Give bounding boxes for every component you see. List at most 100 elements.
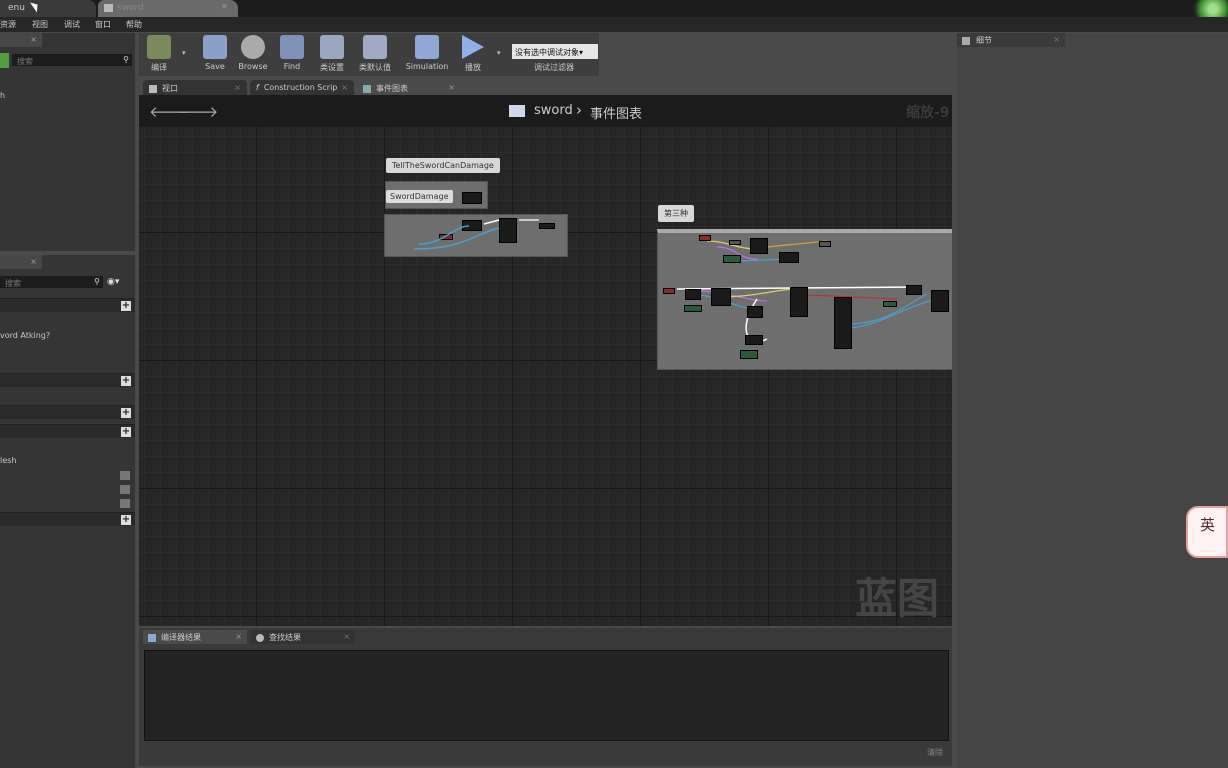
graph-node[interactable] [834,297,852,349]
menu-item-debug[interactable]: 调试 [64,19,80,30]
section-header[interactable]: + [0,512,135,526]
clear-button[interactable]: 清除 [927,747,943,758]
graph-node[interactable] [729,240,741,245]
chevron-down-icon[interactable]: ▾ [497,49,501,57]
tab-event-graph[interactable]: 事件图表 × [357,80,461,95]
variable-item[interactable]: vord Atking? [0,331,50,340]
search-input[interactable]: 搜索 ⚲ [12,54,132,66]
search-input[interactable]: 搜索 ⚲ [0,276,103,288]
tab-compiler-results[interactable]: 编译器结果 × [143,630,247,644]
add-icon[interactable]: + [121,408,131,418]
graph-node[interactable] [790,287,808,317]
compile-icon [147,35,171,59]
function-icon: f [256,83,259,92]
graph-node[interactable] [906,285,922,295]
menu-item-assets[interactable]: 资源 [0,19,16,30]
compiler-output-log[interactable] [144,650,949,741]
graph-node[interactable] [462,192,482,204]
add-component-button[interactable] [0,53,9,68]
save-button[interactable]: Save [199,35,231,75]
graph-node[interactable] [819,241,831,247]
search-icon: ⚲ [123,55,129,64]
chevron-down-icon[interactable]: ▾ [182,49,186,57]
graph-node[interactable] [685,289,701,300]
class-defaults-button[interactable]: 类默认值 [355,35,395,75]
save-icon [203,35,227,59]
add-icon[interactable]: + [121,427,131,437]
debug-filter-label: 调试过滤器 [534,63,574,72]
graph-header: 🡐 🡒 sword › 事件图表 缩放-9 [139,95,952,127]
list-scroll-icon[interactable] [120,499,130,508]
debug-target-select[interactable]: 没有选中调试对象▾ [512,44,598,59]
comment-bubble[interactable]: SwordDamage [386,190,453,203]
breadcrumb-current[interactable]: 事件图表 [590,103,642,122]
menu-item-window[interactable]: 窗口 [95,19,111,30]
tab-find-results[interactable]: 查找结果 × [251,630,355,644]
graph-node[interactable] [745,335,763,345]
graph-node[interactable] [750,238,768,254]
graph-node[interactable] [699,235,711,241]
add-icon[interactable]: + [121,376,131,386]
search-icon: ⚲ [94,277,100,286]
my-blueprint-panel: × 搜索 ⚲ ◉▾ + vord Atking? + + + lesh + [0,255,135,768]
window-tab-menu[interactable]: enu [0,0,96,17]
close-icon[interactable]: × [220,2,228,12]
compile-button[interactable]: 编译 [143,35,175,75]
title-bar: enu sword × [0,0,1228,24]
graph-node[interactable] [723,255,741,263]
close-icon[interactable]: × [1053,35,1060,44]
panel-tab[interactable]: × [0,255,42,269]
close-icon[interactable]: × [30,257,37,266]
tab-details[interactable]: 细节 × [957,33,1065,47]
component-item[interactable]: h [0,91,5,100]
comment-bubble[interactable]: TellTheSwordCanDamage [386,158,500,173]
close-icon[interactable]: × [341,83,348,92]
close-icon[interactable]: × [448,83,455,92]
section-header[interactable]: + [0,298,135,312]
browse-button[interactable]: Browse [235,35,271,75]
tab-construction-script[interactable]: f Construction Scrip × [250,80,354,95]
graph-node[interactable] [883,301,897,307]
menu-item-help[interactable]: 帮助 [126,19,142,30]
find-button[interactable]: Find [275,35,309,75]
graph-node[interactable] [740,350,758,359]
wires-group-1 [413,219,539,250]
panel-tab[interactable]: × [0,33,42,47]
close-icon[interactable]: × [30,35,37,44]
blueprint-graph-icon [509,105,525,117]
component-variable-item[interactable]: lesh [0,456,16,465]
simulation-button[interactable]: Simulation [403,35,451,75]
section-header[interactable]: + [0,424,135,438]
breadcrumb-root[interactable]: sword [534,103,573,118]
breadcrumb-separator: › [576,101,582,119]
graph-node[interactable] [663,288,675,294]
simulation-icon [415,35,439,59]
search-icon [256,633,264,642]
list-scroll-icon[interactable] [120,485,130,494]
graph-node[interactable] [779,252,799,263]
list-scroll-icon[interactable] [120,471,130,480]
tab-viewport[interactable]: 视口 × [143,80,247,95]
viewport-icon [149,84,157,93]
play-button[interactable]: 播放 [457,35,489,75]
blueprint-icon [104,3,113,12]
forward-arrow-icon[interactable]: 🡒 [178,102,218,121]
class-settings-button[interactable]: 类设置 [315,35,349,75]
graph-node[interactable] [711,288,731,306]
compiler-icon [148,633,156,642]
menu-item-view[interactable]: 视图 [32,19,48,30]
graph-node[interactable] [931,290,949,312]
add-icon[interactable]: + [121,301,131,311]
add-icon[interactable]: + [121,515,131,525]
comment-bubble[interactable]: 第三种 [658,205,694,222]
event-graph-canvas[interactable]: 🡐 🡒 sword › 事件图表 缩放-9 TellTheSwordCanDam… [139,95,952,626]
graph-node[interactable] [684,305,702,312]
section-header[interactable]: + [0,405,135,419]
section-header[interactable]: + [0,373,135,387]
window-tab-sword[interactable]: sword × [98,0,238,17]
close-icon[interactable]: × [234,83,241,92]
close-icon[interactable]: × [343,632,350,641]
close-icon[interactable]: × [235,632,242,641]
eye-icon[interactable]: ◉▾ [107,277,119,287]
graph-node[interactable] [747,306,763,318]
